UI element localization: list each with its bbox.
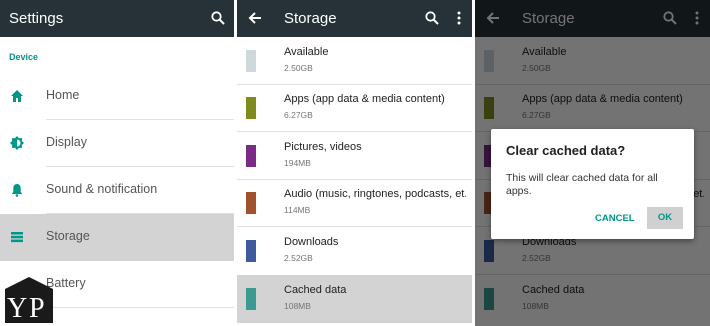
storage-item-name: Downloads (284, 236, 339, 248)
settings-item-label: Sound & notification (46, 182, 158, 196)
color-swatch (246, 192, 256, 214)
dialog-message: This will clear cached data for all apps… (506, 172, 658, 197)
storage-screen: Storage Available 2.50GB Apps (app data … (237, 0, 472, 326)
more-vert-icon[interactable] (451, 10, 467, 26)
color-swatch (246, 240, 256, 262)
storage-item-size: 2.52GB (284, 253, 313, 263)
settings-item-label: Display (46, 135, 87, 149)
section-header-device: Device (9, 52, 39, 62)
settings-item-sound-notification[interactable]: Sound & notification (0, 167, 234, 214)
color-swatch (246, 145, 256, 167)
ok-button[interactable]: OK (647, 207, 683, 229)
bell-icon (10, 183, 24, 197)
storage-icon (10, 230, 24, 244)
storage-item-cached-data[interactable]: Cached data 108MB (237, 275, 472, 323)
storage-item-name: Audio (music, ringtones, podcasts, et... (284, 188, 466, 200)
settings-item-home[interactable]: Home (0, 73, 234, 120)
storage-item-size: 6.27GB (284, 110, 313, 120)
settings-app-bar: Settings (0, 0, 234, 37)
storage-item-audio[interactable]: Audio (music, ringtones, podcasts, et...… (237, 179, 472, 227)
svg-text:P: P (29, 293, 45, 324)
storage-item-size: 2.50GB (284, 63, 313, 73)
back-arrow-icon[interactable] (247, 10, 263, 26)
storage-item-name: Apps (app data & media content) (284, 93, 445, 105)
cancel-button[interactable]: CANCEL (595, 213, 635, 224)
storage-item-available[interactable]: Available 2.50GB (237, 37, 472, 85)
settings-screen: Settings Device Home Display Sound & not… (0, 0, 234, 326)
storage-item-name: Cached data (284, 284, 347, 296)
color-swatch (246, 50, 256, 72)
brightness-icon (10, 136, 24, 150)
storage-item-name: Pictures, videos (284, 141, 362, 153)
storage-item-size: 114MB (284, 205, 311, 215)
storage-item-apps[interactable]: Apps (app data & media content) 6.27GB (237, 84, 472, 132)
storage-screen-with-dialog: Storage Available 2.50GB Apps (app data … (475, 0, 710, 326)
dialog-title: Clear cached data? (506, 143, 626, 158)
settings-item-display[interactable]: Display (0, 120, 234, 167)
settings-item-storage[interactable]: Storage (0, 214, 234, 261)
svg-text:Y: Y (7, 293, 27, 324)
settings-title: Settings (9, 10, 64, 27)
settings-item-label: Storage (46, 229, 90, 243)
search-icon[interactable] (210, 10, 226, 26)
storage-app-bar: Storage (237, 0, 472, 37)
storage-title: Storage (284, 10, 337, 27)
home-icon (10, 89, 24, 103)
color-swatch (246, 97, 256, 119)
color-swatch (246, 288, 256, 310)
storage-item-name: Available (284, 46, 329, 58)
storage-item-pictures-videos[interactable]: Pictures, videos 194MB (237, 132, 472, 180)
settings-item-label: Home (46, 88, 80, 102)
clear-cache-dialog: Clear cached data? This will clear cache… (491, 129, 694, 239)
search-icon[interactable] (424, 10, 440, 26)
divider (46, 307, 234, 308)
yp-logo: Y P (1, 275, 57, 325)
storage-item-downloads[interactable]: Downloads 2.52GB (237, 227, 472, 275)
storage-item-size: 194MB (284, 158, 311, 168)
storage-item-size: 108MB (284, 301, 311, 311)
